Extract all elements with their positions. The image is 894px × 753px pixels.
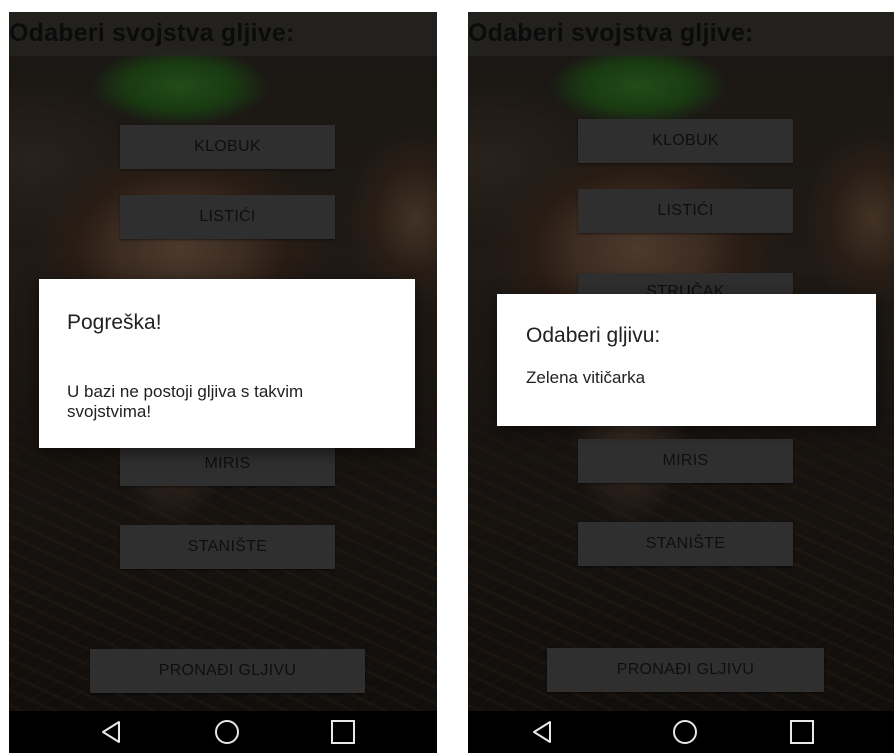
dialog-title: Odaberi gljivu: <box>526 324 661 347</box>
dialog-title: Pogreška! <box>67 311 162 334</box>
recents-icon[interactable] <box>331 720 355 744</box>
recents-icon[interactable] <box>790 720 814 744</box>
back-icon[interactable] <box>530 720 554 744</box>
navigation-bar <box>9 711 437 753</box>
screen-error-dialog: Odaberi svojstva gljive: KLOBUK LISTIĆI … <box>9 12 437 753</box>
home-icon[interactable] <box>672 720 698 746</box>
mushroom-option[interactable]: Zelena vitičarka <box>526 368 645 388</box>
navigation-bar <box>468 711 894 753</box>
screen-select-dialog: Odaberi svojstva gljive: KLOBUK LISTIĆI … <box>468 12 894 753</box>
back-icon[interactable] <box>99 720 123 744</box>
dialog-message: U bazi ne postoji gljiva s takvim svojst… <box>67 382 304 421</box>
home-icon[interactable] <box>214 720 240 746</box>
mushroom-select-dialog: Odaberi gljivu: Zelena vitičarka <box>497 294 876 426</box>
error-dialog: Pogreška! U bazi ne postoji gljiva s tak… <box>39 279 415 448</box>
